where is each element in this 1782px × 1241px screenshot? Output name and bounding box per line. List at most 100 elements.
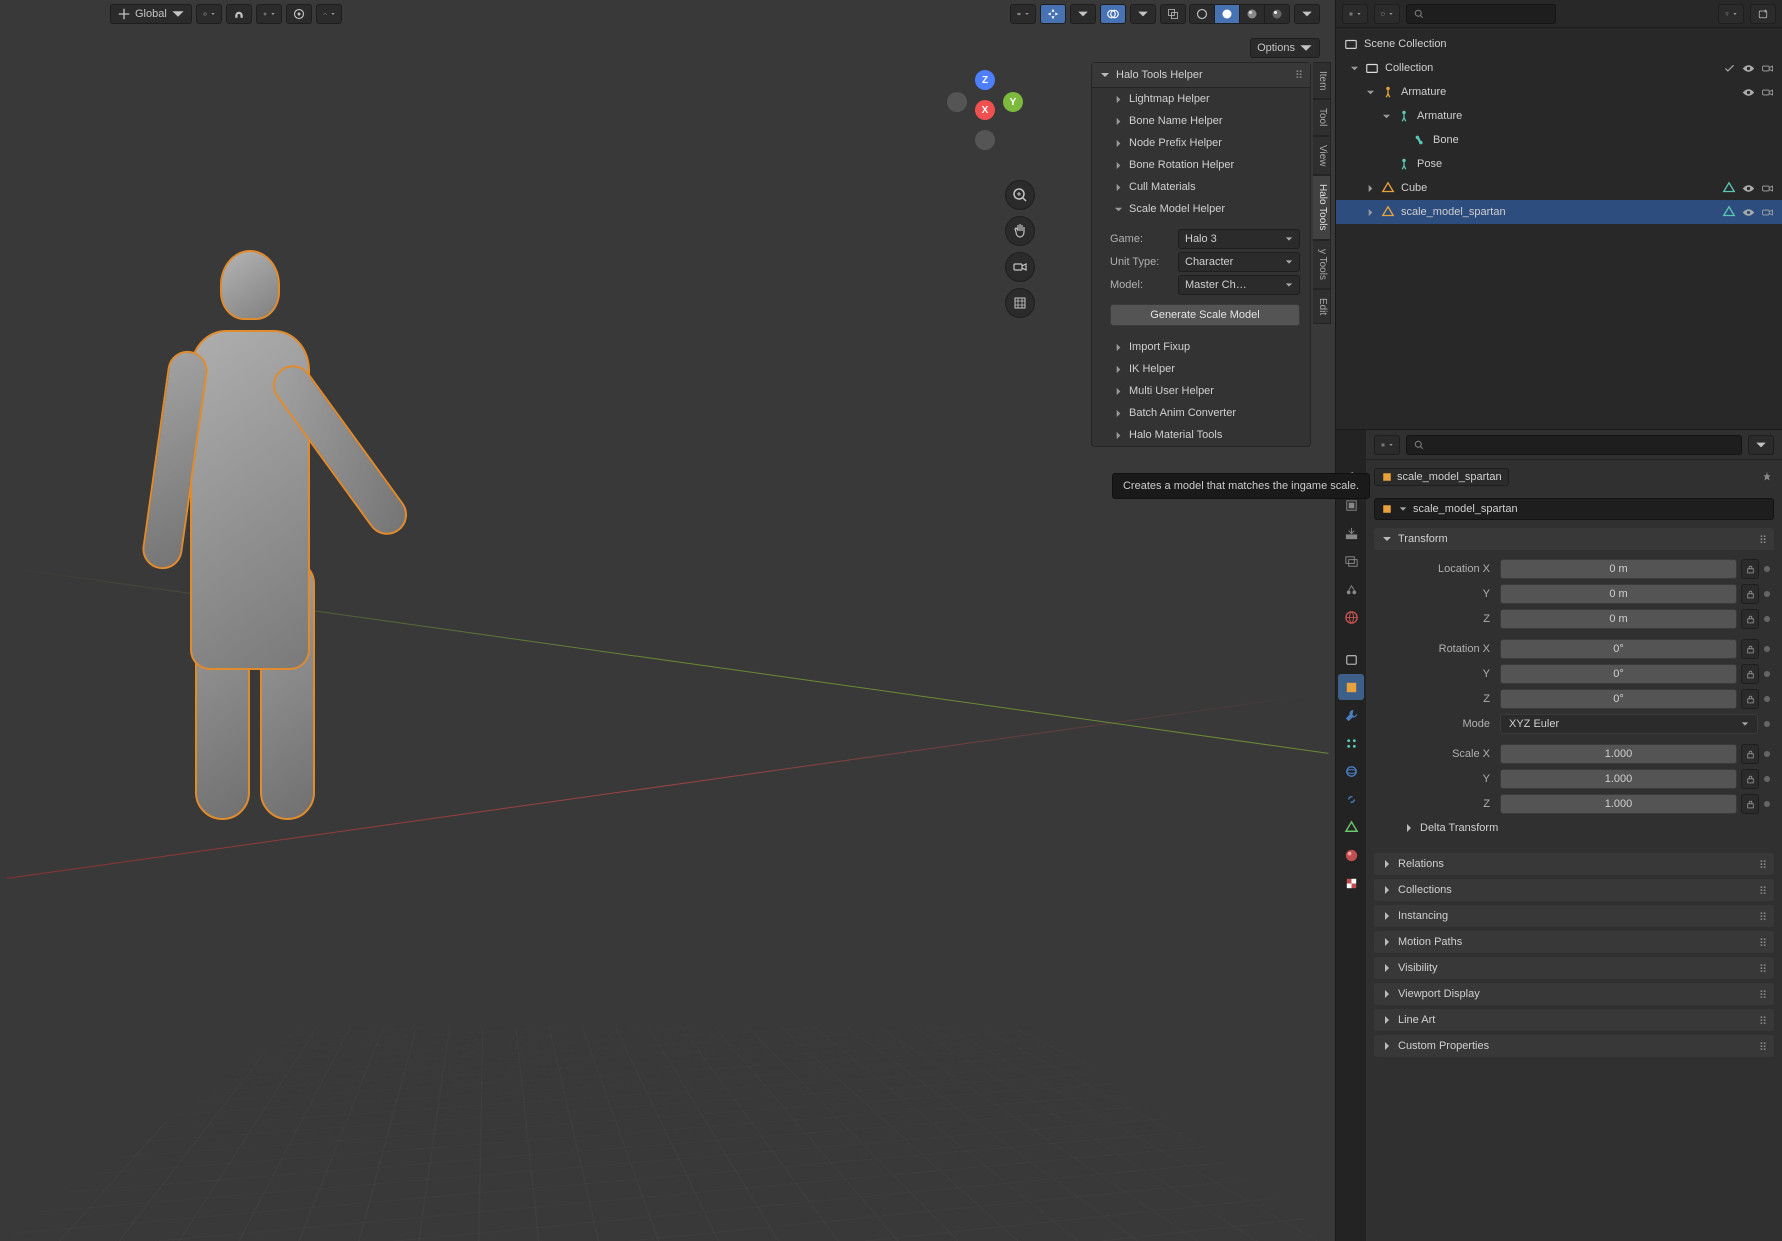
transform-panel-header[interactable]: Transform ⠿ [1374, 528, 1774, 550]
rotation-mode-dropdown[interactable]: XYZ Euler [1500, 714, 1758, 734]
prop-tab-viewlayer[interactable] [1338, 548, 1364, 574]
lock-icon[interactable] [1741, 559, 1759, 579]
eye-icon[interactable] [1742, 206, 1755, 219]
properties-sync-dropdown[interactable] [1374, 435, 1400, 455]
transform-orientation-dropdown[interactable]: Global [110, 4, 192, 24]
model-dropdown[interactable]: Master Ch… [1178, 275, 1300, 295]
visibility-panel-header[interactable]: Visibility⠿ [1374, 957, 1774, 979]
expander-icon[interactable] [1350, 64, 1359, 73]
properties-search-input[interactable] [1406, 435, 1742, 455]
properties-options-dropdown[interactable] [1748, 435, 1774, 455]
scale-z-input[interactable]: 1.000 [1500, 794, 1737, 814]
eye-icon[interactable] [1742, 62, 1755, 75]
sidebar-tab-y-tools[interactable]: y Tools [1313, 240, 1331, 289]
bone-rotation-helper-section[interactable]: Bone Rotation Helper [1092, 154, 1310, 176]
pin-icon[interactable] [1760, 470, 1774, 484]
pivot-dropdown[interactable] [196, 4, 222, 24]
camera-icon[interactable] [1761, 86, 1774, 99]
navigation-gizmo[interactable]: Z X Y [945, 70, 1025, 150]
rotation-y-input[interactable]: 0° [1500, 664, 1737, 684]
prop-tab-modifiers[interactable] [1338, 702, 1364, 728]
drag-dots-icon[interactable]: ⠿ [1759, 859, 1768, 872]
camera-icon[interactable] [1761, 182, 1774, 195]
location-z-input[interactable]: 0 m [1500, 609, 1737, 629]
sidebar-tab-item[interactable]: Item [1313, 62, 1331, 99]
snap-toggle[interactable] [226, 4, 252, 24]
gizmo-axis-x[interactable]: X [975, 100, 995, 120]
shading-matprev-button[interactable] [1239, 4, 1265, 24]
prop-tab-texture[interactable] [1338, 870, 1364, 896]
import-fixup-section[interactable]: Import Fixup [1092, 336, 1310, 358]
outliner-new-collection-button[interactable] [1750, 4, 1776, 24]
drag-dots-icon[interactable]: ⠿ [1295, 69, 1304, 82]
shading-dropdown[interactable] [1294, 4, 1320, 24]
gizmo-toggle[interactable] [1040, 4, 1066, 24]
drag-dots-icon[interactable]: ⠿ [1759, 885, 1768, 898]
outliner-row-scale-model-spartan[interactable]: scale_model_spartan [1336, 200, 1782, 224]
outliner-search-input[interactable] [1406, 4, 1556, 24]
outliner-filter-dropdown[interactable] [1718, 4, 1744, 24]
expander-icon[interactable] [1366, 184, 1375, 193]
gizmo-axis-z[interactable]: Z [975, 70, 995, 90]
prop-tab-world[interactable] [1338, 604, 1364, 630]
sidebar-tab-halo-tools[interactable]: Halo Tools [1313, 175, 1331, 240]
sidebar-tab-view[interactable]: View [1313, 136, 1331, 176]
outliner-tree[interactable]: Scene Collection CollectionArmatureArmat… [1336, 28, 1782, 429]
camera-view-button[interactable] [1005, 252, 1035, 282]
drag-dots-icon[interactable]: ⠿ [1759, 989, 1768, 1002]
prop-tab-constraints[interactable] [1338, 786, 1364, 812]
location-y-input[interactable]: 0 m [1500, 584, 1737, 604]
outliner-row-armature[interactable]: Armature [1336, 104, 1782, 128]
persp-ortho-button[interactable] [1005, 288, 1035, 318]
batch-anim-converter-section[interactable]: Batch Anim Converter [1092, 402, 1310, 424]
outliner-row-bone[interactable]: Bone [1336, 128, 1782, 152]
object-name-input[interactable]: scale_model_spartan [1374, 498, 1774, 520]
cull-materials-section[interactable]: Cull Materials [1092, 176, 1310, 198]
bone-name-helper-section[interactable]: Bone Name Helper [1092, 110, 1310, 132]
relations-panel-header[interactable]: Relations⠿ [1374, 853, 1774, 875]
prop-tab-collection[interactable] [1338, 646, 1364, 672]
scale-y-input[interactable]: 1.000 [1500, 769, 1737, 789]
shading-solid-button[interactable] [1214, 4, 1240, 24]
prop-tab-object[interactable] [1338, 674, 1364, 700]
breadcrumb-object[interactable]: scale_model_spartan [1374, 468, 1509, 486]
motion-paths-panel-header[interactable]: Motion Paths⠿ [1374, 931, 1774, 953]
outliner-scene-collection[interactable]: Scene Collection [1336, 32, 1782, 56]
outliner-row-pose[interactable]: Pose [1336, 152, 1782, 176]
outliner-view-dropdown[interactable] [1374, 4, 1400, 24]
expander-icon[interactable] [1382, 112, 1391, 121]
sidebar-tab-tool[interactable]: Tool [1313, 99, 1331, 135]
custom-properties-panel-header[interactable]: Custom Properties⠿ [1374, 1035, 1774, 1057]
viewport-3d[interactable]: Global Options Z X Y [0, 0, 1335, 1241]
viewport-display-panel-header[interactable]: Viewport Display⠿ [1374, 983, 1774, 1005]
sidebar-tab-edit[interactable]: Edit [1313, 289, 1331, 324]
drag-dots-icon[interactable]: ⠿ [1759, 1015, 1768, 1028]
drag-dots-icon[interactable]: ⠿ [1759, 1041, 1768, 1054]
pan-button[interactable] [1005, 216, 1035, 246]
prop-tab-physics[interactable] [1338, 758, 1364, 784]
expander-icon[interactable] [1366, 208, 1375, 217]
lightmap-helper-section[interactable]: Lightmap Helper [1092, 88, 1310, 110]
scale-x-input[interactable]: 1.000 [1500, 744, 1737, 764]
drag-dots-icon[interactable]: ⠿ [1759, 963, 1768, 976]
snap-dropdown[interactable] [256, 4, 282, 24]
gizmo-axis-y[interactable]: Y [1003, 92, 1023, 112]
eye-icon[interactable] [1742, 86, 1755, 99]
overlays-dropdown[interactable] [1130, 4, 1156, 24]
camera-icon[interactable] [1761, 62, 1774, 75]
location-x-input[interactable]: 0 m [1500, 559, 1737, 579]
scale-model-spartan-mesh[interactable] [140, 230, 430, 810]
node-prefix-helper-section[interactable]: Node Prefix Helper [1092, 132, 1310, 154]
overlays-toggle[interactable] [1100, 4, 1126, 24]
expander-icon[interactable] [1366, 88, 1375, 97]
outliner-row-cube[interactable]: Cube [1336, 176, 1782, 200]
prop-tab-data[interactable] [1338, 814, 1364, 840]
shading-wireframe-button[interactable] [1189, 4, 1215, 24]
prop-tab-output[interactable] [1338, 520, 1364, 546]
collections-panel-header[interactable]: Collections⠿ [1374, 879, 1774, 901]
gizmo-dropdown[interactable] [1070, 4, 1096, 24]
rotation-z-input[interactable]: 0° [1500, 689, 1737, 709]
generate-scale-model-button[interactable]: Generate Scale Model [1110, 304, 1300, 326]
prop-tab-material[interactable] [1338, 842, 1364, 868]
game-dropdown[interactable]: Halo 3 [1178, 229, 1300, 249]
